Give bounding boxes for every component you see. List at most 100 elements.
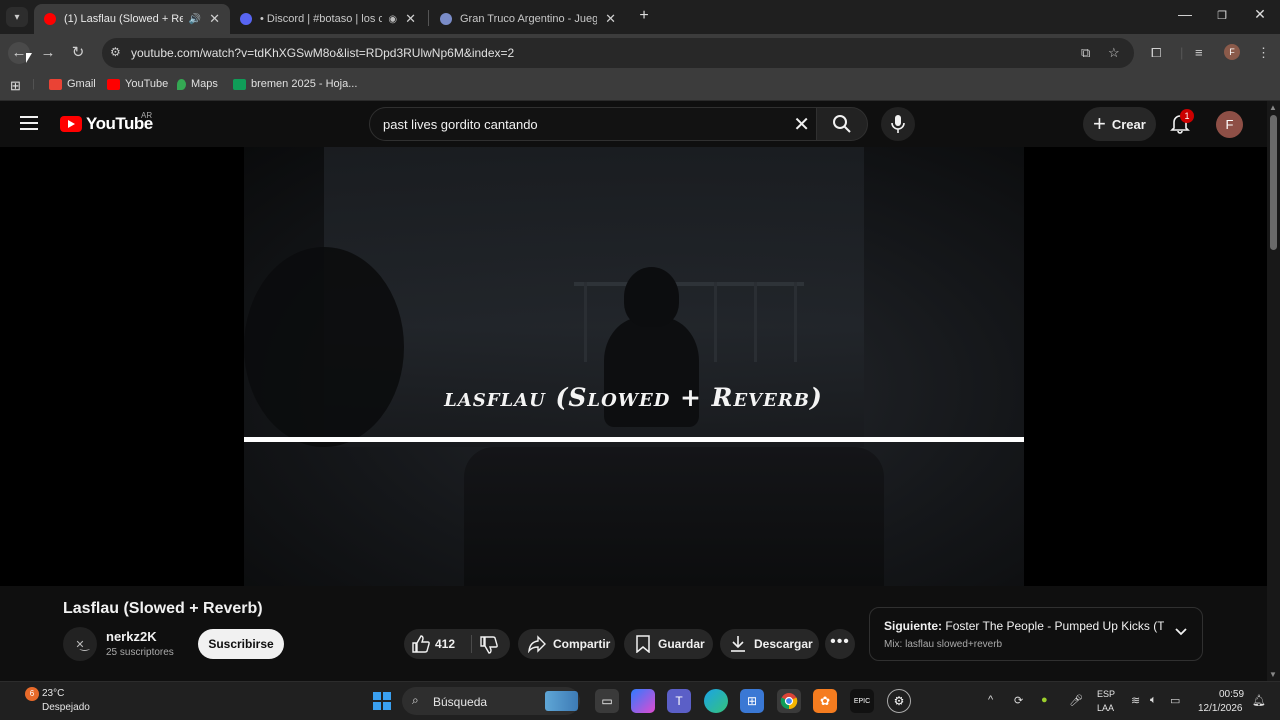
- channel-name[interactable]: nerkz2K: [106, 629, 157, 644]
- start-button[interactable]: [370, 689, 394, 713]
- voice-search-button[interactable]: [881, 107, 915, 141]
- truco-favicon-icon: [440, 13, 452, 25]
- youtube-logo-icon[interactable]: [60, 116, 82, 132]
- new-tab-icon[interactable]: +: [634, 7, 654, 25]
- up-next-prefix: Siguiente:: [884, 619, 943, 633]
- video-title: Lasflau (Slowed + Reverb): [63, 600, 263, 617]
- discord-favicon-icon: [240, 13, 252, 25]
- url-text[interactable]: youtube.com/watch?v=tdKhXGSwM8o&list=RDp…: [131, 46, 514, 60]
- maximize-icon[interactable]: ❐: [1207, 9, 1237, 22]
- teams-icon[interactable]: T: [667, 689, 691, 713]
- site-info-icon[interactable]: ⚙: [110, 45, 121, 59]
- edge-icon[interactable]: [704, 689, 728, 713]
- scrollbar-thumb[interactable]: [1270, 115, 1277, 250]
- volume-icon[interactable]: 🔈︎: [1150, 694, 1157, 707]
- subscribe-button[interactable]: Suscribirse: [198, 629, 284, 659]
- clock-date[interactable]: 12/1/2026: [1198, 703, 1243, 714]
- notifications-button[interactable]: 1: [1169, 109, 1194, 136]
- tab-title: (1) Lasflau (Slowed + Reverb: [64, 13, 183, 25]
- bookmark-star-icon[interactable]: ☆: [1108, 45, 1120, 61]
- youtube-favicon-icon: [44, 13, 56, 25]
- close-tab-icon[interactable]: ✕: [405, 11, 416, 27]
- download-button[interactable]: Descargar: [720, 629, 819, 659]
- reload-icon[interactable]: ↻: [67, 42, 89, 64]
- language-code[interactable]: ESP: [1097, 689, 1115, 699]
- fl-studio-icon[interactable]: ✿: [813, 689, 837, 713]
- maps-pin-icon: [177, 78, 186, 90]
- install-app-icon[interactable]: ⧉: [1081, 45, 1090, 61]
- scroll-down-arrow-icon[interactable]: ▼: [1269, 670, 1277, 679]
- tab-search-button[interactable]: ▾: [6, 7, 28, 27]
- like-count[interactable]: 412: [435, 637, 455, 651]
- search-input[interactable]: past lives gordito cantando ✕: [369, 107, 817, 141]
- recording-indicator-icon: ◉: [388, 13, 398, 25]
- windows-taskbar: 6 23°C Despejado ⌕ Búsqueda ▭ T ⊞ ✿ EPIC…: [0, 681, 1280, 720]
- media-controls-icon[interactable]: ≡: [1195, 45, 1203, 60]
- store-icon[interactable]: ⊞: [740, 689, 764, 713]
- microphone-tray-icon[interactable]: 🎤︎: [1069, 694, 1083, 707]
- bookmark-save-icon: [636, 635, 650, 653]
- youtube-header: YouTube AR past lives gordito cantando ✕…: [0, 101, 1267, 147]
- steam-icon[interactable]: ⚙: [887, 689, 911, 713]
- copilot-icon[interactable]: [631, 689, 655, 713]
- profile-avatar[interactable]: F: [1224, 44, 1240, 60]
- app-tray-icon[interactable]: ●: [1041, 694, 1048, 706]
- keyboard-layout[interactable]: LAA: [1097, 703, 1114, 713]
- search-button[interactable]: [816, 107, 868, 141]
- create-button[interactable]: + Crear: [1083, 107, 1156, 141]
- wifi-icon[interactable]: ≋: [1131, 694, 1140, 707]
- share-button[interactable]: Compartir: [518, 629, 615, 659]
- extensions-icon[interactable]: ⧠: [1151, 45, 1161, 61]
- up-next-card[interactable]: Siguiente: Foster The People - Pumped Up…: [869, 607, 1203, 661]
- dislike-icon[interactable]: [479, 635, 499, 655]
- close-tab-icon[interactable]: ✕: [209, 11, 220, 27]
- bookmark-youtube[interactable]: YouTube: [107, 78, 168, 90]
- download-icon: [731, 636, 745, 652]
- save-button[interactable]: Guardar: [624, 629, 713, 659]
- more-actions-icon[interactable]: •••: [825, 629, 855, 659]
- chevron-down-icon[interactable]: [1174, 625, 1188, 639]
- forward-icon[interactable]: →: [37, 42, 59, 64]
- close-tab-icon[interactable]: ✕: [605, 11, 616, 27]
- clock-time[interactable]: 00:59: [1219, 689, 1244, 700]
- weather-temperature[interactable]: 23°C: [42, 688, 64, 699]
- taskbar-search[interactable]: ⌕ Búsqueda: [402, 687, 580, 715]
- epic-games-icon[interactable]: EPIC: [850, 689, 874, 713]
- tab-youtube[interactable]: (1) Lasflau (Slowed + Reverb 🔊 ✕: [34, 4, 230, 34]
- youtube-icon: [107, 78, 120, 90]
- minimize-icon[interactable]: —: [1170, 6, 1200, 22]
- menu-dots-icon[interactable]: ⋮: [1257, 45, 1270, 61]
- bookmark-gmail[interactable]: Gmail: [49, 78, 96, 90]
- search-query[interactable]: past lives gordito cantando: [383, 117, 538, 132]
- page-scrollbar[interactable]: ▲ ▼: [1267, 101, 1280, 681]
- bookmark-bremen[interactable]: bremen 2025 - Hoja...: [233, 78, 357, 90]
- task-view-icon[interactable]: ▭: [595, 689, 619, 713]
- sync-icon[interactable]: ⟳: [1014, 694, 1023, 707]
- weather-icon[interactable]: 6: [25, 687, 39, 701]
- close-window-icon[interactable]: ✕: [1245, 6, 1275, 23]
- sheets-icon: [233, 78, 246, 90]
- address-bar[interactable]: ⚙ youtube.com/watch?v=tdKhXGSwM8o&list=R…: [102, 38, 1134, 68]
- bookmark-label: bremen 2025 - Hoja...: [251, 78, 358, 90]
- apps-grid-icon[interactable]: ⊞: [10, 78, 21, 94]
- account-avatar[interactable]: F: [1216, 111, 1243, 138]
- notification-center-icon[interactable]: 🔔︎: [1252, 694, 1266, 707]
- tab-discord[interactable]: • Discord | #botaso | los cor ◉ ✕: [230, 4, 426, 34]
- bookmark-maps[interactable]: Maps: [177, 78, 218, 90]
- weather-condition[interactable]: Despejado: [42, 702, 90, 713]
- video-player[interactable]: lasflau (Slowed + Reverb): [0, 147, 1267, 586]
- chrome-taskbar-button[interactable]: [777, 689, 801, 713]
- bookmark-label: Maps: [191, 78, 218, 90]
- scroll-up-arrow-icon[interactable]: ▲: [1269, 103, 1277, 112]
- like-icon[interactable]: [411, 634, 431, 654]
- channel-avatar[interactable]: ✕͜: [63, 627, 97, 661]
- tray-overflow-icon[interactable]: ^: [988, 694, 993, 706]
- like-divider: [471, 635, 472, 653]
- video-balcony-post: [794, 282, 797, 362]
- clear-search-icon[interactable]: ✕: [793, 112, 810, 137]
- audio-playing-icon[interactable]: 🔊: [189, 14, 201, 25]
- hamburger-menu-icon[interactable]: [20, 116, 38, 134]
- battery-icon[interactable]: ▭: [1170, 694, 1180, 707]
- tab-truco[interactable]: Gran Truco Argentino - Juego C ✕: [430, 4, 626, 34]
- video-balcony-post: [584, 282, 587, 362]
